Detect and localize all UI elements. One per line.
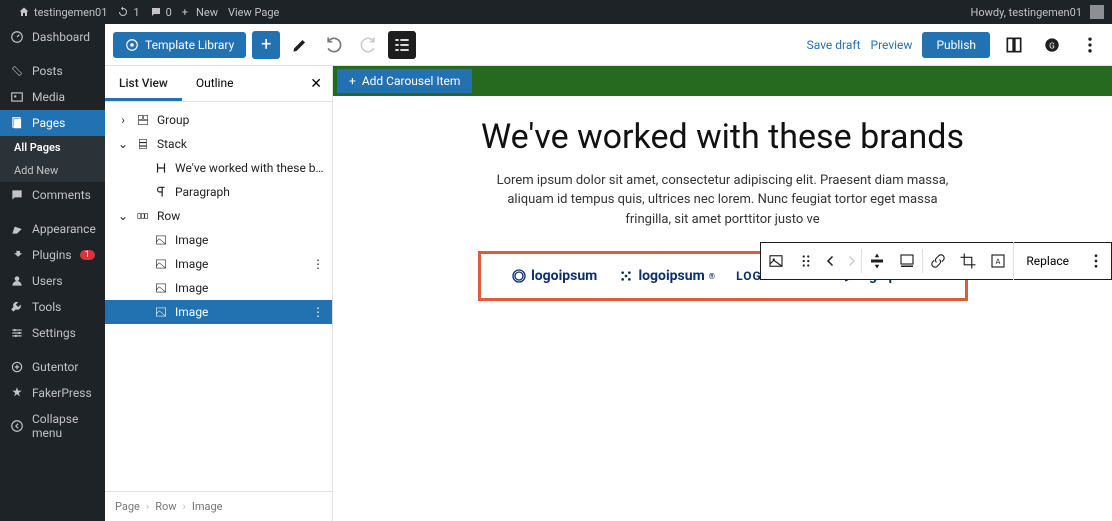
editor-toolbar: Template Library + Save draft Preview Pu… xyxy=(105,24,1112,66)
site-home[interactable]: testingemen01 xyxy=(18,6,107,19)
sidebar-item-fakerpress[interactable]: FakerPress xyxy=(0,380,105,406)
sidebar-item-users[interactable]: Users xyxy=(0,268,105,294)
tree-item-image-3[interactable]: Image xyxy=(105,276,332,300)
tree-item-image-4[interactable]: Image⋮ xyxy=(105,300,332,324)
sidebar-collapse[interactable]: Collapse menu xyxy=(0,406,105,446)
sidebar-item-tools[interactable]: Tools xyxy=(0,294,105,320)
admin-bar: testingemen01 1 0 +New View Page Howdy, … xyxy=(0,0,1112,24)
howdy-user[interactable]: Howdy, testingemen01 xyxy=(971,6,1083,19)
new-item[interactable]: +New xyxy=(182,6,218,19)
editor: Template Library + Save draft Preview Pu… xyxy=(105,24,1112,521)
sidebar-item-plugins[interactable]: Plugins1 xyxy=(0,242,105,268)
carousel-block-bar: +Add Carousel Item xyxy=(333,66,1112,96)
logo-1[interactable]: logoipsum xyxy=(511,268,597,284)
page-paragraph[interactable]: Lorem ipsum dolor sit amet, consectetur … xyxy=(493,171,953,230)
sidebar-item-comments[interactable]: Comments xyxy=(0,182,105,208)
sidebar-item-gutentor[interactable]: Gutentor xyxy=(0,354,105,380)
more-options-button[interactable] xyxy=(1076,31,1104,59)
admin-sidebar: Dashboard Posts Media Pages All Pages Ad… xyxy=(0,24,105,521)
svg-text:A: A xyxy=(996,257,1001,266)
preview-button[interactable]: Preview xyxy=(871,38,913,52)
block-tree: ›Group ⌄Stack We've worked with these br… xyxy=(105,102,332,491)
tree-item-heading[interactable]: We've worked with these brands xyxy=(105,156,332,180)
tree-item-paragraph[interactable]: Paragraph xyxy=(105,180,332,204)
tree-item-more-icon[interactable]: ⋮ xyxy=(312,257,324,271)
align-button[interactable] xyxy=(862,242,892,280)
crop-button[interactable] xyxy=(953,242,983,280)
tree-item-image-2[interactable]: Image⋮ xyxy=(105,252,332,276)
edit-mode-button[interactable] xyxy=(286,31,314,59)
sidebar-item-posts[interactable]: Posts xyxy=(0,58,105,84)
tree-item-row[interactable]: ⌄Row xyxy=(105,204,332,228)
move-left-button[interactable] xyxy=(821,242,841,280)
tab-outline[interactable]: Outline xyxy=(182,66,248,101)
add-block-button[interactable]: + xyxy=(252,31,280,59)
page-heading[interactable]: We've worked with these brands xyxy=(393,116,1052,159)
breadcrumb-row[interactable]: Row xyxy=(155,500,176,513)
tab-list-view[interactable]: List View xyxy=(105,66,182,101)
gutentor-settings-icon[interactable]: G xyxy=(1038,31,1066,59)
list-view-panel: List View Outline ✕ ›Group ⌄Stack We've … xyxy=(105,66,333,521)
sidebar-item-media[interactable]: Media xyxy=(0,84,105,110)
tree-item-more-icon[interactable]: ⋮ xyxy=(312,305,324,319)
avatar[interactable] xyxy=(1090,5,1104,19)
tree-item-stack[interactable]: ⌄Stack xyxy=(105,132,332,156)
svg-text:G: G xyxy=(1049,41,1055,51)
breadcrumb-image[interactable]: Image xyxy=(192,500,223,513)
comments-count[interactable]: 0 xyxy=(150,6,172,19)
publish-button[interactable]: Publish xyxy=(922,32,990,58)
undo-button[interactable] xyxy=(320,31,348,59)
close-panel-button[interactable]: ✕ xyxy=(310,76,322,92)
view-page[interactable]: View Page xyxy=(228,6,279,19)
logo-2[interactable]: logoipsum® xyxy=(618,268,715,284)
sidebar-settings-toggle[interactable] xyxy=(1000,31,1028,59)
sidebar-item-dashboard[interactable]: Dashboard xyxy=(0,24,105,50)
block-more-options[interactable] xyxy=(1081,242,1111,280)
block-type-image-icon[interactable] xyxy=(761,242,791,280)
template-library-button[interactable]: Template Library xyxy=(113,32,246,58)
add-carousel-item-button[interactable]: +Add Carousel Item xyxy=(337,69,472,93)
block-toolbar: A Replace xyxy=(760,242,1112,280)
list-view-toggle[interactable] xyxy=(388,31,416,59)
sidebar-sub-all-pages[interactable]: All Pages xyxy=(0,136,105,159)
drag-handle-icon[interactable] xyxy=(791,242,821,280)
breadcrumb-page[interactable]: Page xyxy=(115,500,140,513)
sidebar-item-pages[interactable]: Pages xyxy=(0,110,105,136)
caption-button[interactable] xyxy=(892,242,922,280)
sidebar-item-settings[interactable]: Settings xyxy=(0,320,105,346)
breadcrumb: Page› Row› Image xyxy=(105,491,332,521)
link-button[interactable] xyxy=(923,242,953,280)
sidebar-item-appearance[interactable]: Appearance xyxy=(0,216,105,242)
sidebar-sub-add-new[interactable]: Add New xyxy=(0,159,105,182)
tree-item-image-1[interactable]: Image xyxy=(105,228,332,252)
text-overlay-button[interactable]: A xyxy=(983,242,1013,280)
tree-item-group[interactable]: ›Group xyxy=(105,108,332,132)
editor-canvas[interactable]: +Add Carousel Item We've worked with the… xyxy=(333,66,1112,521)
updates-count[interactable]: 1 xyxy=(117,6,139,19)
move-right-button[interactable] xyxy=(841,242,861,280)
save-draft-button[interactable]: Save draft xyxy=(807,38,861,52)
replace-button[interactable]: Replace xyxy=(1013,242,1081,280)
redo-button[interactable] xyxy=(354,31,382,59)
plugins-badge: 1 xyxy=(80,250,95,260)
